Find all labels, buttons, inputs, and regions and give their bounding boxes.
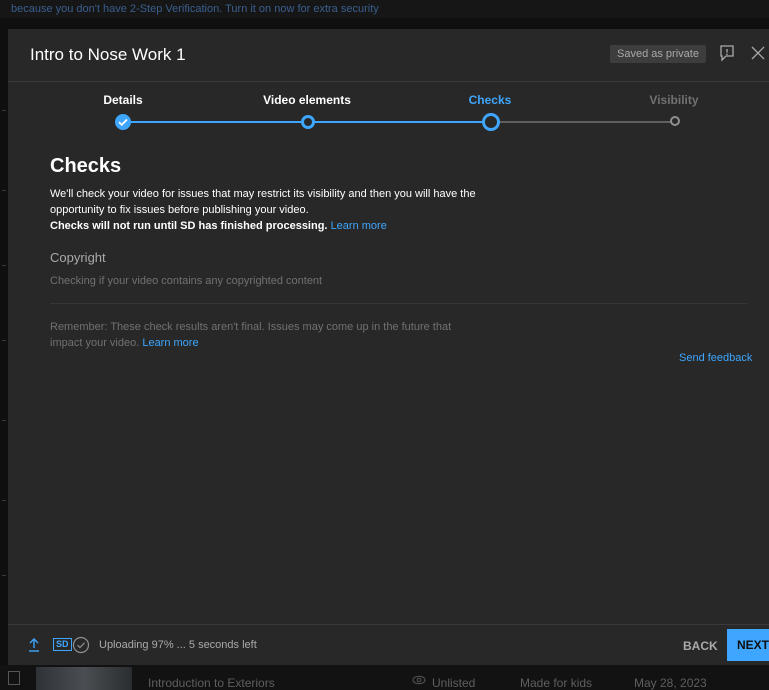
copyright-status: Checking if your video contains any copy… xyxy=(50,275,323,287)
row-visibility: Unlisted xyxy=(432,676,476,690)
report-icon[interactable] xyxy=(717,43,737,63)
step-details-label[interactable]: Details xyxy=(63,93,183,107)
row-audience: Made for kids xyxy=(520,676,593,690)
row-checkbox[interactable] xyxy=(8,671,20,685)
row-title: Introduction to Exteriors xyxy=(148,676,275,690)
row-date: May 28, 2023 xyxy=(634,676,707,690)
checks-content: Checks We'll check your video for issues… xyxy=(50,155,750,351)
upload-dialog: Intro to Nose Work 1 Saved as private De… xyxy=(8,29,769,665)
left-edge-marks xyxy=(0,0,8,690)
progress-stepper: Details Video elements Checks Visibility xyxy=(8,93,769,143)
checks-desc-text: We'll check your video for issues that m… xyxy=(50,188,476,216)
checks-desc-bold: Checks will not run until SD has finishe… xyxy=(50,220,328,232)
step-checks-label[interactable]: Checks xyxy=(430,93,550,107)
upload-icon xyxy=(29,638,39,652)
step-video-elements-dot[interactable] xyxy=(301,115,315,129)
sd-badge: SD xyxy=(53,638,72,651)
security-banner-text[interactable]: because you don't have 2-Step Verificati… xyxy=(11,3,379,15)
saved-status-badge: Saved as private xyxy=(610,45,706,63)
dialog-title: Intro to Nose Work 1 xyxy=(30,45,186,64)
step-line-remaining xyxy=(491,121,675,123)
security-banner: because you don't have 2-Step Verificati… xyxy=(0,0,769,18)
dialog-header: Intro to Nose Work 1 Saved as private xyxy=(8,29,769,82)
upload-status-text: Uploading 97% ... 5 seconds left xyxy=(99,639,257,651)
send-feedback-link[interactable]: Send feedback xyxy=(679,352,752,364)
checks-heading: Checks xyxy=(50,155,122,177)
next-button[interactable]: NEXT xyxy=(727,629,769,661)
step-visibility-dot[interactable] xyxy=(670,116,680,126)
row-thumbnail xyxy=(36,667,132,690)
section-divider xyxy=(50,303,747,304)
close-icon[interactable] xyxy=(748,43,768,63)
remember-text: Remember: These check results aren't fin… xyxy=(50,321,452,349)
step-checks-dot[interactable] xyxy=(482,113,500,131)
learn-more-link-2[interactable]: Learn more xyxy=(142,337,198,349)
back-button[interactable]: BACK xyxy=(683,639,718,653)
remember-note: Remember: These check results aren't fin… xyxy=(50,319,470,351)
learn-more-link[interactable]: Learn more xyxy=(331,220,387,232)
dialog-footer: SD Uploading 97% ... 5 seconds left BACK… xyxy=(8,624,769,666)
checks-description: We'll check your video for issues that m… xyxy=(50,186,490,234)
eye-icon xyxy=(412,675,426,685)
copyright-heading: Copyright xyxy=(50,250,106,265)
step-details-check-icon[interactable] xyxy=(114,113,132,131)
step-visibility-label[interactable]: Visibility xyxy=(614,93,734,107)
step-video-elements-label[interactable]: Video elements xyxy=(247,93,367,107)
checks-status-icon xyxy=(72,636,90,654)
